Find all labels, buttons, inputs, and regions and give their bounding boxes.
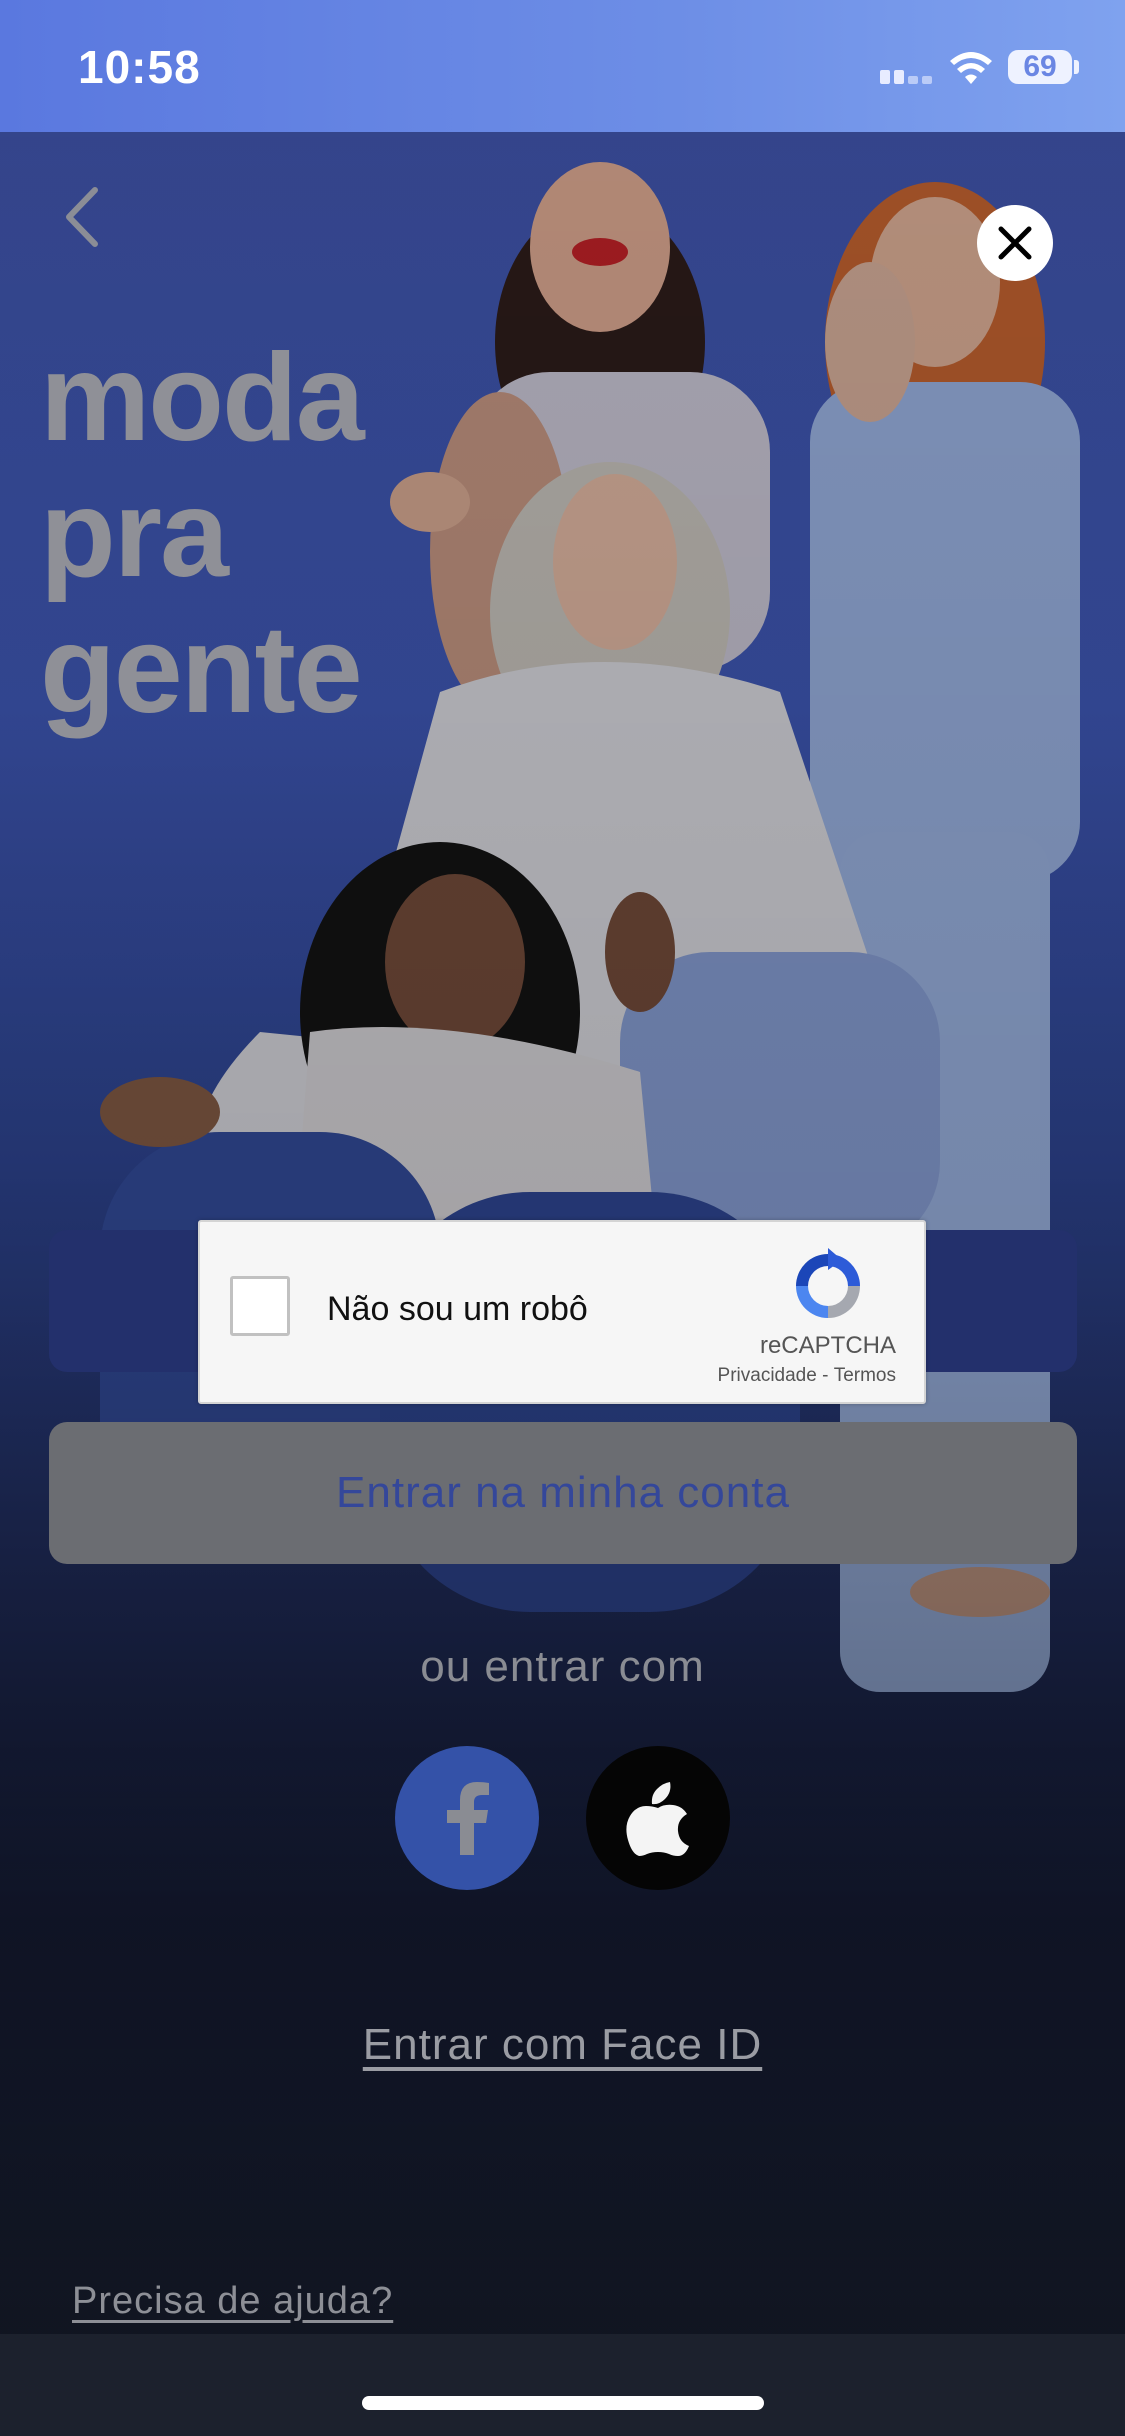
close-icon	[998, 226, 1032, 260]
headline-line: pra	[40, 465, 229, 603]
close-button[interactable]	[977, 205, 1053, 281]
cellular-signal-icon	[880, 66, 936, 84]
home-indicator	[362, 2396, 764, 2410]
back-chevron-icon[interactable]	[55, 182, 115, 252]
apple-icon	[626, 1782, 689, 1856]
login-account-button[interactable]: Entrar na minha conta	[49, 1422, 1077, 1564]
wifi-icon	[950, 52, 992, 84]
hero-headline: moda pra gente	[40, 329, 365, 739]
headline-line: moda	[40, 329, 365, 467]
battery-tip	[1074, 60, 1079, 74]
facebook-icon	[447, 1782, 489, 1855]
face-id-login: Entrar com Face ID	[0, 2020, 1125, 2070]
recaptcha-label: Não sou um robô	[327, 1290, 588, 1328]
face-id-link[interactable]: Entrar com Face ID	[363, 2020, 762, 2069]
or-login-with-text: ou entrar com	[420, 1642, 705, 1691]
apple-login-button[interactable]	[586, 1746, 730, 1890]
headline-line: gente	[40, 601, 363, 739]
recaptcha-links: Privacidade - Termos	[718, 1365, 896, 1387]
recaptcha-privacy-link[interactable]: Privacidade	[718, 1365, 817, 1387]
login-screen: 10:58 69 moda pra gente Não sou um robô …	[0, 0, 1125, 2436]
facebook-login-button[interactable]	[395, 1746, 539, 1890]
recaptcha-terms-link[interactable]: Termos	[834, 1365, 896, 1387]
bottom-bar	[0, 2334, 1125, 2436]
recaptcha-brand: reCAPTCHA	[759, 1332, 896, 1359]
recaptcha-checkbox[interactable]	[230, 1276, 290, 1336]
battery-icon: 69	[1008, 50, 1072, 84]
recaptcha-widget: Não sou um robô reCAPTCHA Privacidade - …	[198, 1220, 926, 1404]
status-time: 10:58	[78, 41, 201, 93]
status-bar: 10:58 69	[0, 0, 1125, 132]
help-link[interactable]: Precisa de ajuda?	[72, 2280, 393, 2323]
recaptcha-logo-icon	[796, 1248, 860, 1318]
recaptcha-separator: -	[816, 1365, 834, 1386]
